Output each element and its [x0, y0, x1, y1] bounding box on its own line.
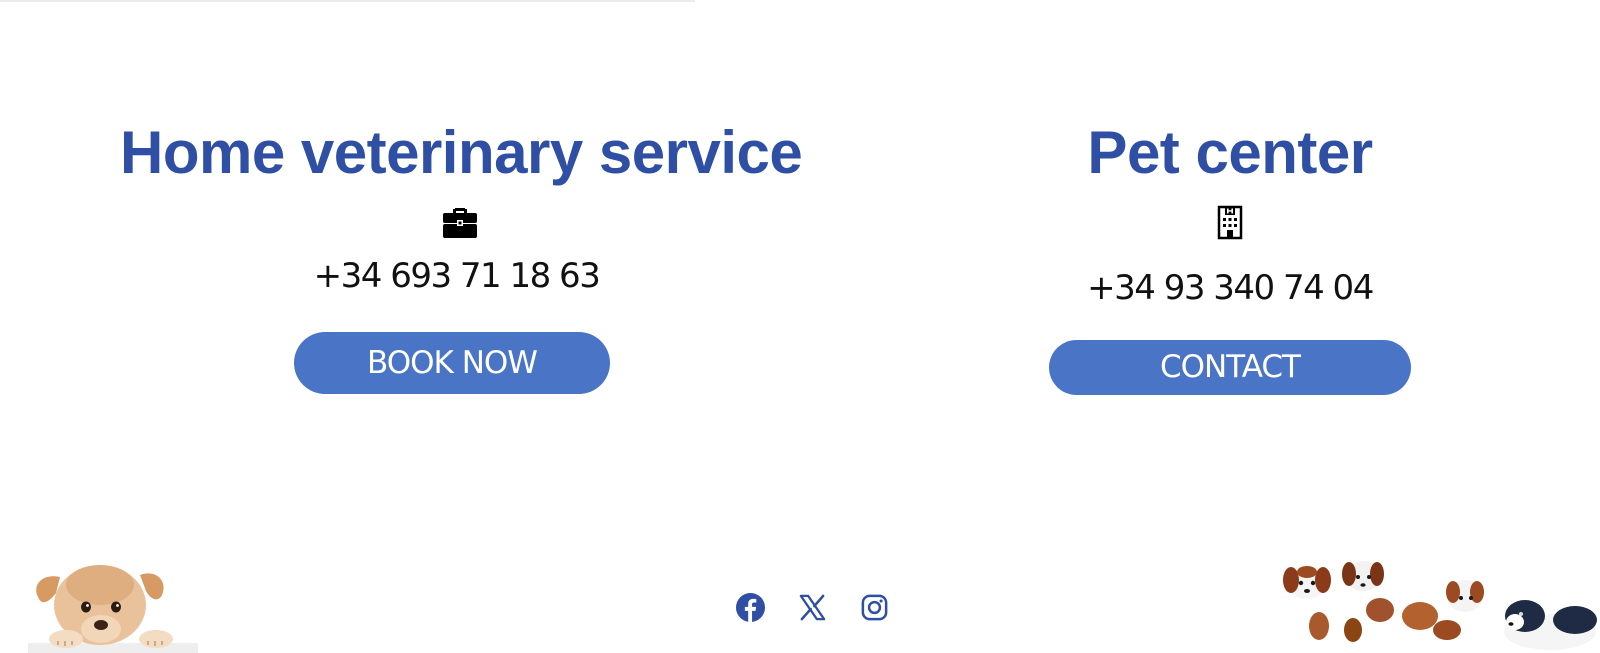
contact-button[interactable]: CONTACT — [1049, 340, 1411, 395]
briefcase-icon — [440, 202, 480, 242]
pet-center-title: Pet center — [1087, 119, 1373, 186]
instagram-icon[interactable] — [859, 592, 890, 623]
home-service-phone: +34 693 71 18 63 — [313, 256, 601, 296]
x-icon[interactable] — [797, 592, 828, 623]
puppy-peeking-image — [28, 565, 198, 653]
pet-center-phone: +34 93 340 74 04 — [1087, 268, 1374, 308]
social-links — [735, 592, 890, 623]
facebook-icon[interactable] — [735, 592, 766, 623]
hospital-building-icon — [1210, 202, 1250, 242]
top-divider — [0, 0, 695, 2]
book-now-button[interactable]: BOOK NOW — [294, 332, 610, 394]
home-service-title: Home veterinary service — [120, 119, 803, 186]
home-service-section: Home veterinary service +34 693 71 18 63… — [120, 118, 803, 394]
puppies-group-image — [1283, 561, 1597, 650]
pet-center-section: Pet center +34 93 340 74 04 CONTACT — [1030, 118, 1430, 395]
